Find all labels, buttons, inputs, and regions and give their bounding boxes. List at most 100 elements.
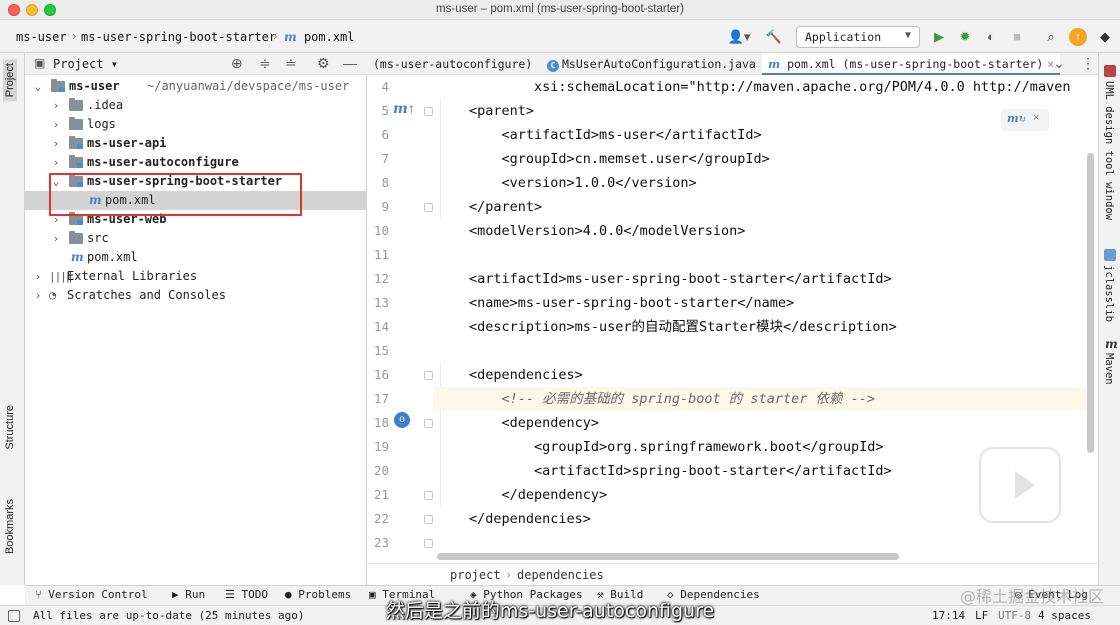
uml-icon (1104, 65, 1116, 77)
run-configuration-select[interactable]: Application ▼ (796, 26, 920, 48)
indent-setting[interactable]: 4 spaces (1038, 609, 1091, 622)
editor-breadcrumb-project[interactable]: project (450, 564, 501, 586)
todo-tool-button[interactable]: ☰ TODO (225, 588, 268, 601)
maven-file-icon: m (284, 30, 297, 44)
code-text: <artifactId>ms-user</artifactId> (469, 127, 762, 143)
code-line: <name>ms-user-spring-boot-starter</name> (433, 291, 1086, 315)
uml-tool-tab[interactable]: UML design tool window (1103, 81, 1115, 220)
file-encoding[interactable]: UTF-8 (998, 609, 1031, 622)
stop-icon[interactable]: ■ (1008, 27, 1026, 47)
editor-breadcrumb-dependencies[interactable]: dependencies (517, 564, 604, 586)
tab-pom-xml[interactable]: m pom.xml (ms-user-spring-boot-starter) × (762, 53, 1061, 75)
caret-position[interactable]: 17:14 (932, 609, 965, 622)
fold-marker-icon[interactable] (424, 371, 433, 380)
run-icon[interactable]: ▶ (930, 27, 948, 47)
chevron-right-icon[interactable]: › (51, 115, 61, 134)
tree-item[interactable]: ⌄ ms-user ~/anyuanwai/devspace/ms-user (25, 77, 367, 96)
maven-parent-gutter-icon[interactable]: m↑ (393, 100, 415, 117)
line-number: 21 (373, 487, 389, 502)
tab-msuserautoconfiguration[interactable]: C MsUserAutoConfiguration.java (541, 53, 762, 75)
fold-marker-icon[interactable] (424, 107, 433, 116)
tree-item[interactable]: › ◔ Scratches and Consoles (25, 286, 367, 305)
chevron-right-icon[interactable]: › (51, 96, 61, 115)
dependency-gutter-icon[interactable]: o (394, 412, 410, 428)
chevron-down-icon[interactable]: ⌄ (33, 77, 43, 96)
tree-item[interactable]: › logs (25, 115, 367, 134)
chevron-right-icon[interactable]: › (51, 153, 61, 172)
line-number: 15 (373, 343, 389, 358)
play-icon (1015, 471, 1035, 499)
breadcrumb-file[interactable]: m pom.xml (284, 30, 355, 44)
line-number: 23 (373, 535, 389, 550)
project-panel-header: ▣ Project ▾ ⊕ ≑ ≐ ⚙ — (25, 53, 367, 75)
run-tool-button[interactable]: ▶ Run (172, 588, 205, 601)
folder-icon (69, 231, 83, 244)
maven-file-icon: m (768, 57, 781, 71)
fold-marker-icon[interactable] (424, 203, 433, 212)
chevron-right-icon[interactable]: › (51, 229, 61, 248)
module-folder-icon (69, 155, 83, 168)
horizontal-scrollbar[interactable] (437, 553, 899, 560)
code-text: <groupId>cn.memset.user</groupId> (469, 151, 770, 167)
ide-logo-icon[interactable]: ◆ (1096, 27, 1114, 47)
chevron-right-icon[interactable]: › (33, 286, 43, 305)
line-number: 10 (373, 223, 389, 238)
fold-marker-icon[interactable] (424, 539, 433, 548)
line-number: 12 (373, 271, 389, 286)
line-number: 16 (373, 367, 389, 382)
updates-arrow-icon[interactable]: ↑ (1069, 28, 1087, 46)
breadcrumb-separator: › (72, 28, 77, 43)
close-icon[interactable]: × (1033, 112, 1039, 124)
chevron-down-icon[interactable]: ⌄ (1053, 55, 1065, 72)
maven-tool-tab[interactable]: Maven (1103, 353, 1115, 385)
jclasslib-icon (1104, 249, 1116, 261)
expand-all-icon[interactable]: ≑ (259, 55, 271, 72)
search-icon[interactable]: ⌕ (1042, 27, 1060, 47)
locate-target-icon[interactable]: ⊕ (231, 55, 243, 72)
gear-icon[interactable]: ⚙ (317, 55, 330, 72)
tree-item[interactable]: › ms-user-api (25, 134, 367, 153)
line-separator[interactable]: LF (975, 609, 988, 622)
version-control-tool-button[interactable]: ⑂ Version Control (35, 588, 148, 601)
tree-item-label: .idea (87, 98, 124, 112)
breadcrumb-project[interactable]: ms-user (16, 30, 67, 44)
fold-marker-icon[interactable] (424, 419, 433, 428)
maven-reload-toolbar: m↻ × (1001, 109, 1049, 131)
project-view-select[interactable]: Project ▾ (53, 57, 118, 71)
toggle-tool-windows-icon[interactable] (8, 610, 20, 622)
video-play-button[interactable] (979, 447, 1061, 523)
tree-item[interactable]: m pom.xml (25, 248, 367, 267)
coverage-shield-icon[interactable]: ◐ (982, 27, 1000, 47)
bookmarks-tool-tab[interactable]: Bookmarks (4, 499, 16, 554)
tree-item[interactable]: › src (25, 229, 367, 248)
tree-item-label: Scratches and Consoles (67, 288, 226, 302)
line-number: 7 (381, 151, 389, 166)
hide-minus-icon[interactable]: — (343, 55, 357, 71)
chevron-right-icon[interactable]: › (33, 267, 43, 286)
fold-marker-icon[interactable] (424, 491, 433, 500)
build-hammer-icon[interactable]: 🔨 (764, 27, 784, 47)
tree-item[interactable]: › ms-user-autoconfigure (25, 153, 367, 172)
window-title: ms-user – pom.xml (ms-user-spring-boot-s… (436, 3, 684, 15)
breadcrumb-module[interactable]: ms-user-spring-boot-starter (81, 30, 276, 44)
debug-bug-icon[interactable]: ✹ (956, 27, 974, 47)
structure-tool-tab[interactable]: Structure (4, 405, 16, 450)
tree-item-label: src (87, 231, 109, 245)
problems-tool-button[interactable]: ● Problems (285, 588, 351, 601)
fold-marker-icon[interactable] (424, 515, 433, 524)
user-account-icon[interactable]: 👤▾ (726, 27, 752, 47)
vertical-scrollbar[interactable] (1087, 153, 1094, 453)
code-line: <dependencies> (433, 363, 1086, 387)
tab-autoconfigure[interactable]: (ms-user-autoconfigure) (367, 53, 538, 75)
collapse-all-icon[interactable]: ≐ (285, 55, 297, 72)
more-options-icon[interactable]: ⋮ (1081, 55, 1095, 72)
code-text: <artifactId>spring-boot-starter</artifac… (469, 463, 892, 479)
maven-reload-icon[interactable]: m↻ (1007, 112, 1026, 125)
tree-item[interactable]: › |||‖ External Libraries (25, 267, 367, 286)
project-tool-tab[interactable]: Project (3, 59, 17, 102)
jclasslib-tool-tab[interactable]: jclasslib (1103, 265, 1115, 322)
tree-item[interactable]: › .idea (25, 96, 367, 115)
tree-item-label: External Libraries (67, 269, 198, 283)
chevron-right-icon[interactable]: › (51, 134, 61, 153)
tree-item-label: ms-user (69, 79, 120, 93)
